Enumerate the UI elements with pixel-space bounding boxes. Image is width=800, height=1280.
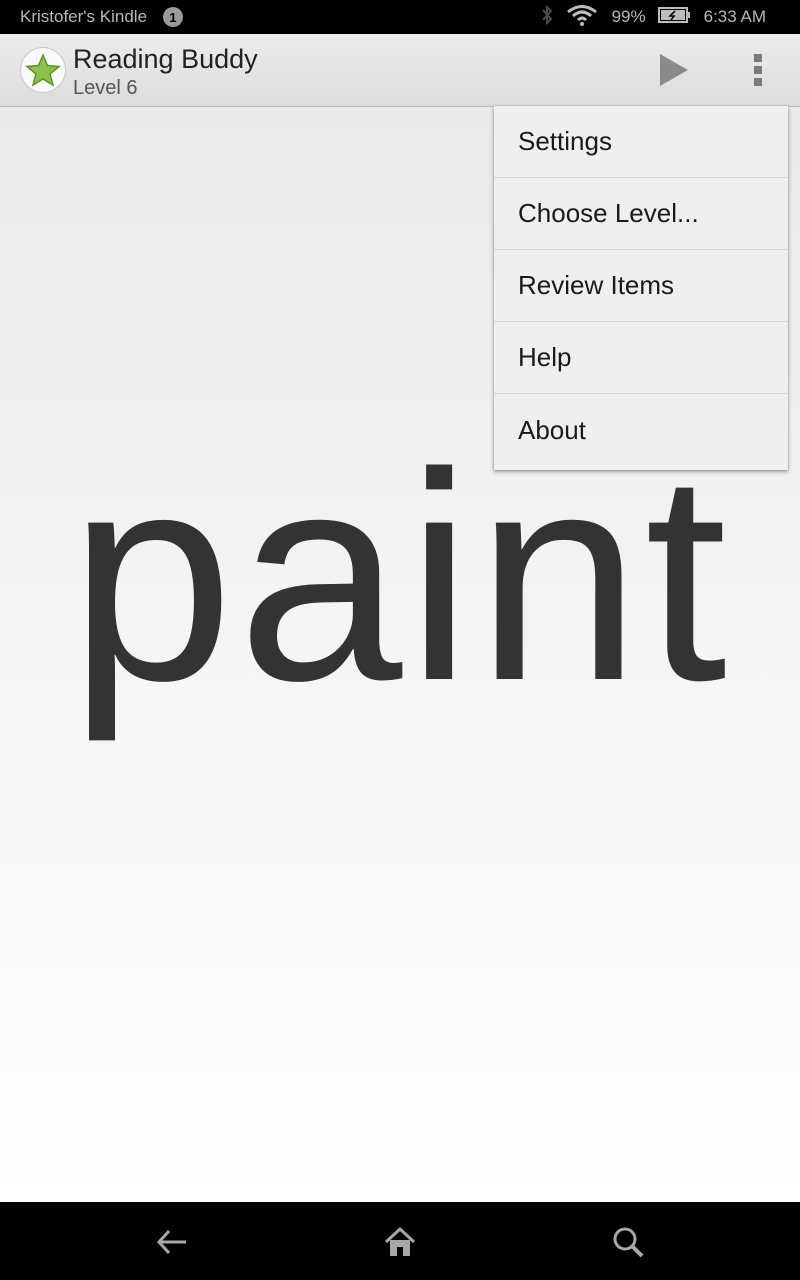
back-button[interactable] xyxy=(152,1222,192,1262)
battery-icon xyxy=(657,6,692,29)
app-title: Reading Buddy xyxy=(73,44,258,74)
navigation-bar xyxy=(0,1202,800,1280)
home-button[interactable] xyxy=(380,1222,420,1262)
search-icon xyxy=(613,1227,644,1258)
star-app-icon[interactable] xyxy=(20,47,66,93)
overflow-menu-icon xyxy=(754,52,762,88)
menu-item-about[interactable]: About xyxy=(494,394,788,466)
clock: 6:33 AM xyxy=(703,7,766,26)
device-name: Kristofer's Kindle xyxy=(20,7,148,26)
status-left: Kristofer's Kindle 1 xyxy=(20,7,184,27)
back-icon xyxy=(156,1229,186,1255)
status-right: 99% 6:33 AM xyxy=(528,4,766,31)
menu-item-help[interactable]: Help xyxy=(494,322,788,394)
battery-percent: 99% xyxy=(611,7,646,26)
overflow-menu: Settings Choose Level... Review Items He… xyxy=(494,106,788,470)
action-bar: Reading Buddy Level 6 xyxy=(0,34,800,107)
menu-item-settings[interactable]: Settings xyxy=(494,106,788,178)
wifi-icon xyxy=(566,4,598,31)
overflow-menu-button[interactable] xyxy=(736,48,780,92)
home-icon xyxy=(384,1226,416,1256)
play-button[interactable] xyxy=(650,48,696,92)
level-subtitle: Level 6 xyxy=(73,77,138,99)
status-bar: Kristofer's Kindle 1 99% 6:33 AM xyxy=(0,0,800,34)
menu-item-choose-level[interactable]: Choose Level... xyxy=(494,178,788,250)
menu-item-review-items[interactable]: Review Items xyxy=(494,250,788,322)
notification-badge[interactable]: 1 xyxy=(163,7,184,27)
bluetooth-icon xyxy=(540,4,554,30)
play-icon xyxy=(660,54,688,86)
search-button[interactable] xyxy=(608,1222,648,1262)
